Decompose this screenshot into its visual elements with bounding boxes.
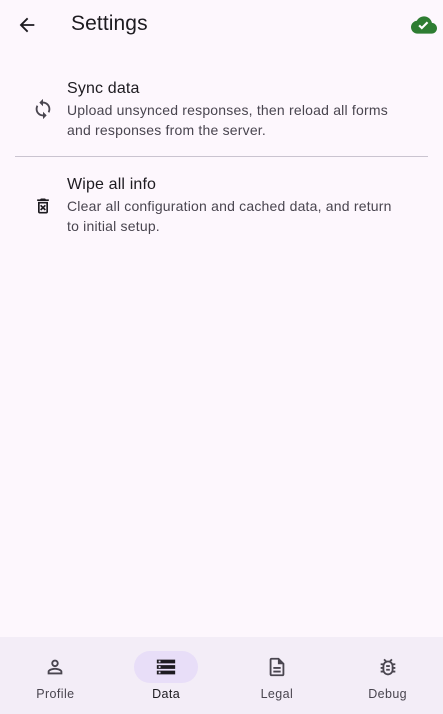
bug-icon bbox=[356, 651, 420, 683]
nav-label-legal: Legal bbox=[260, 687, 294, 701]
settings-screen: Settings Sync data Upload unsynced respo… bbox=[0, 0, 443, 714]
wipe-all-info-item[interactable]: Wipe all info Clear all configuration an… bbox=[0, 157, 443, 247]
wipe-all-info-title: Wipe all info bbox=[67, 176, 157, 193]
nav-item-data[interactable]: Data bbox=[111, 637, 222, 714]
top-app-bar: Settings bbox=[0, 0, 443, 50]
nav-label-debug: Debug bbox=[368, 687, 408, 701]
arrow-back-icon bbox=[19, 17, 35, 33]
cloud-done-icon bbox=[411, 16, 437, 34]
sync-data-title: Sync data bbox=[67, 80, 140, 97]
nav-item-legal[interactable]: Legal bbox=[222, 637, 333, 714]
settings-list: Sync data Upload unsynced responses, the… bbox=[0, 68, 443, 247]
person-icon bbox=[23, 651, 87, 683]
sync-icon bbox=[31, 97, 55, 121]
page-title: Settings bbox=[71, 12, 148, 35]
wipe-all-info-subtitle: Clear all configuration and cached data,… bbox=[67, 198, 392, 234]
document-icon bbox=[245, 651, 309, 683]
nav-label-profile: Profile bbox=[36, 687, 75, 701]
sync-status-button[interactable] bbox=[411, 14, 437, 36]
nav-item-debug[interactable]: Debug bbox=[332, 637, 443, 714]
back-button[interactable] bbox=[13, 11, 41, 39]
nav-item-profile[interactable]: Profile bbox=[0, 637, 111, 714]
storage-icon bbox=[134, 651, 199, 683]
delete-forever-icon bbox=[31, 194, 55, 218]
sync-data-subtitle: Upload unsynced responses, then reload a… bbox=[67, 102, 388, 138]
sync-data-item[interactable]: Sync data Upload unsynced responses, the… bbox=[0, 68, 443, 156]
nav-label-data: Data bbox=[152, 687, 181, 701]
bottom-navigation-bar: Profile Data Legal Debug bbox=[0, 637, 443, 714]
